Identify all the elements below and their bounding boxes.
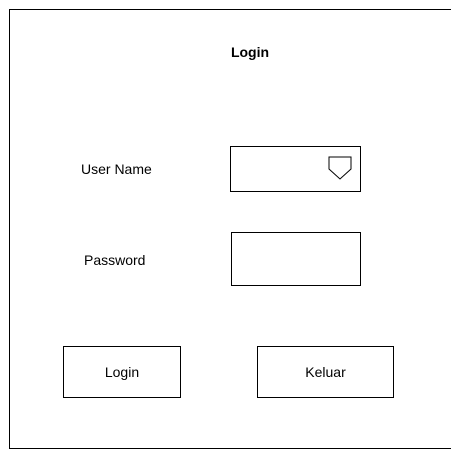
username-label: User Name [81, 161, 152, 177]
chevron-down-icon[interactable] [325, 153, 355, 183]
password-label: Password [84, 252, 146, 268]
form-title: Login [230, 44, 270, 60]
login-button[interactable]: Login [63, 346, 181, 398]
username-field[interactable] [230, 146, 361, 192]
password-field[interactable] [231, 232, 361, 286]
keluar-button[interactable]: Keluar [257, 346, 394, 398]
